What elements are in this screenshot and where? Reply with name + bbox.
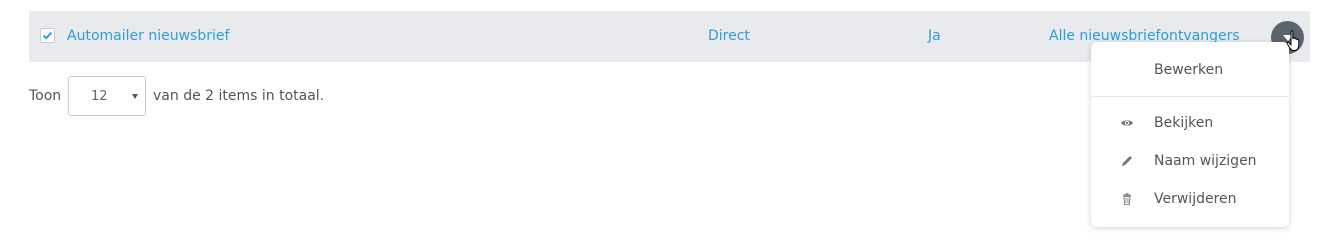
menu-item-rename[interactable]: Naam wijzigen bbox=[1091, 146, 1289, 176]
menu-item-edit[interactable]: Bewerken bbox=[1091, 55, 1289, 85]
menu-divider bbox=[1091, 96, 1289, 97]
checkmark-icon bbox=[42, 31, 53, 40]
timing-value[interactable]: Direct bbox=[708, 11, 750, 62]
hand-cursor-icon bbox=[1286, 30, 1300, 51]
row-checkbox[interactable] bbox=[40, 28, 55, 43]
select-arrow-icon bbox=[132, 94, 138, 99]
page-size-value: 12 bbox=[91, 89, 108, 104]
page-size-select[interactable]: 12 bbox=[68, 76, 146, 116]
pencil-icon bbox=[1122, 156, 1132, 166]
menu-item-view[interactable]: Bekijken bbox=[1091, 108, 1289, 138]
menu-item-label: Verwijderen bbox=[1154, 191, 1237, 207]
trash-icon bbox=[1123, 193, 1131, 206]
menu-item-label: Naam wijzigen bbox=[1154, 153, 1257, 169]
automailer-name-link[interactable]: Automailer nieuwsbrief bbox=[67, 11, 229, 62]
active-value[interactable]: Ja bbox=[928, 11, 941, 62]
menu-item-delete[interactable]: Verwijderen bbox=[1091, 184, 1289, 214]
menu-item-label: Bekijken bbox=[1154, 115, 1214, 131]
row-actions-menu: Bewerken Bekijken Naam wijzigen Verwijde… bbox=[1091, 42, 1289, 227]
eye-icon bbox=[1121, 120, 1133, 126]
items-total-text: van de 2 items in totaal. bbox=[153, 88, 325, 104]
show-label: Toon bbox=[29, 88, 62, 104]
menu-item-label: Bewerken bbox=[1154, 62, 1224, 78]
